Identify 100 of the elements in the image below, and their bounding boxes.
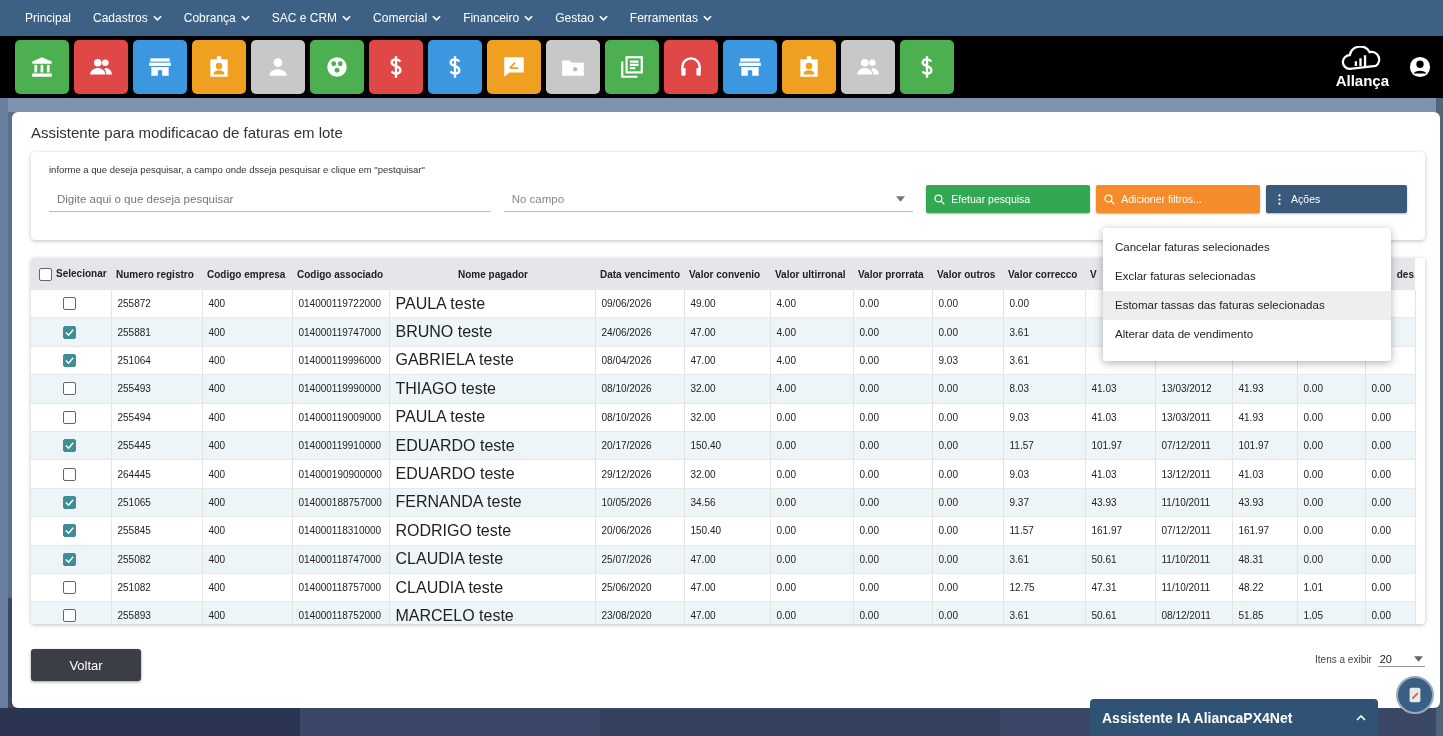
- table-cell: 25/06/2020: [601, 582, 652, 594]
- logo-text: Allança: [1335, 71, 1389, 89]
- checkbox[interactable]: [63, 467, 77, 481]
- table-cell: 0.00: [1371, 383, 1391, 395]
- menu-item[interactable]: Comercial: [362, 11, 453, 25]
- table-cell: CLAUDIA teste: [395, 578, 504, 596]
- table-cell: 255493: [117, 383, 151, 395]
- table-cell: 13/03/2012: [1161, 383, 1212, 395]
- table-cell: 47.00: [690, 354, 716, 366]
- chevron-down-icon: [432, 15, 442, 21]
- table-cell: 014000118752000: [298, 610, 382, 622]
- shortcut-button[interactable]: [310, 40, 364, 94]
- menu-option[interactable]: Exclar faturas selecionadas: [1103, 262, 1391, 291]
- table-cell: 0.00: [938, 582, 958, 594]
- menu-option[interactable]: Estomar tassas das faturas selecionadas: [1103, 291, 1391, 320]
- checkbox[interactable]: [63, 297, 77, 311]
- table-cell: 0.00: [1371, 440, 1391, 452]
- checkbox[interactable]: [63, 552, 77, 566]
- table-cell: 8.03: [1009, 383, 1029, 395]
- menu-item[interactable]: Financeiro: [452, 11, 545, 25]
- table-cell: 47.31: [1091, 582, 1117, 594]
- table-cell: 0.00: [1371, 525, 1391, 537]
- shortcut-button[interactable]: [74, 40, 128, 94]
- checkbox[interactable]: [39, 267, 52, 281]
- table-cell: 9.37: [1009, 496, 1029, 508]
- shortcut-button[interactable]: [900, 40, 954, 94]
- column-header[interactable]: V: [1090, 268, 1097, 280]
- table-cell: PAULA teste: [395, 408, 486, 426]
- menu-option[interactable]: Cancelar faturas selecionades: [1103, 233, 1391, 262]
- table-cell: 11/10/2011: [1161, 582, 1211, 594]
- menu-item[interactable]: Ferramentas: [618, 11, 723, 25]
- shortcut-button[interactable]: [133, 40, 187, 94]
- checkbox[interactable]: [63, 495, 77, 509]
- table-cell: 400: [208, 298, 226, 310]
- table-cell: 0.00: [1303, 553, 1323, 565]
- shortcut-button[interactable]: [428, 40, 482, 94]
- table-cell: PAULA teste: [395, 294, 486, 312]
- documents-icon: [621, 56, 643, 78]
- table-cell: 0.00: [776, 582, 796, 594]
- field-select[interactable]: No campo: [503, 186, 914, 212]
- table-cell: 07/12/2011: [1161, 525, 1211, 537]
- column-header[interactable]: Nome pagador: [458, 268, 528, 280]
- shortcut-button[interactable]: [782, 40, 836, 94]
- menu-item[interactable]: SAC e CRM: [260, 11, 363, 25]
- table-cell: 014000119009000: [298, 411, 382, 423]
- shortcut-button[interactable]: [369, 40, 423, 94]
- shortcut-button[interactable]: [192, 40, 246, 94]
- table-cell: 3.61: [1009, 326, 1029, 338]
- shortcut-button[interactable]: [605, 40, 659, 94]
- table-cell: 0.00: [776, 440, 796, 452]
- table-cell: 4.00: [776, 383, 796, 395]
- menu-item[interactable]: Principal: [14, 11, 83, 25]
- column-header[interactable]: des: [1396, 268, 1414, 280]
- table-cell: 41.03: [1091, 468, 1117, 480]
- shortcut-button[interactable]: [723, 40, 777, 94]
- dots-circle-icon: [327, 57, 347, 77]
- column-header[interactable]: Selecionar: [31, 258, 111, 290]
- checkbox[interactable]: [63, 439, 77, 453]
- table-cell: 400: [208, 411, 226, 423]
- table-cell: EDUARDO teste: [395, 436, 515, 454]
- shortcut-button[interactable]: [487, 40, 541, 94]
- menu-item[interactable]: Cadastros: [82, 11, 173, 25]
- checkbox[interactable]: [63, 609, 77, 623]
- shortcut-button[interactable]: [15, 40, 69, 94]
- table-cell: 0.00: [1371, 582, 1391, 594]
- checkbox[interactable]: [63, 325, 77, 339]
- checkbox[interactable]: [63, 410, 77, 424]
- table-cell: 0.00: [1303, 468, 1323, 480]
- table-cell: 0.00: [938, 383, 958, 395]
- assistant-bar[interactable]: Assistente IA AliancaPX4Net: [1090, 699, 1378, 736]
- table-cell: 49.00: [690, 298, 716, 310]
- menu-option[interactable]: Alterar data de vendimento: [1103, 320, 1391, 349]
- account-icon[interactable]: [1409, 56, 1431, 78]
- table-cell: 12.75: [1009, 582, 1035, 594]
- table-cell: GABRIELA teste: [395, 351, 514, 369]
- table-cell: 10/05/2026: [601, 496, 652, 508]
- table-cell: 09/06/2026: [601, 298, 652, 310]
- table-cell: 08/10/2026: [601, 383, 652, 395]
- shortcut-button[interactable]: [664, 40, 718, 94]
- table-cell: 101.97: [1091, 440, 1123, 452]
- dollar-icon: [390, 55, 402, 79]
- back-button[interactable]: Voltar: [31, 649, 141, 681]
- checkbox[interactable]: [63, 353, 77, 367]
- table-cell: 014000119747000: [298, 326, 382, 338]
- table-cell: 0.00: [938, 298, 958, 310]
- checkbox[interactable]: [63, 382, 77, 396]
- table-cell: 255445: [117, 440, 151, 452]
- checkbox[interactable]: [63, 524, 77, 538]
- items-per-page-select[interactable]: 20: [1377, 652, 1425, 667]
- menu-item[interactable]: Gestao: [544, 11, 619, 25]
- id-badge-icon: [800, 56, 818, 77]
- table-cell: 014000119996000: [298, 354, 382, 366]
- menu-item[interactable]: Cobrança: [172, 11, 261, 25]
- table-cell: EDUARDO teste: [395, 465, 515, 483]
- actions-button[interactable]: Ações: [1266, 185, 1407, 213]
- table-cell: 43.93: [1091, 496, 1117, 508]
- table-cell: 41.03: [1238, 468, 1264, 480]
- checkbox[interactable]: [63, 581, 77, 595]
- table-cell: 0.00: [859, 383, 879, 395]
- table-cell: 0.00: [938, 468, 958, 480]
